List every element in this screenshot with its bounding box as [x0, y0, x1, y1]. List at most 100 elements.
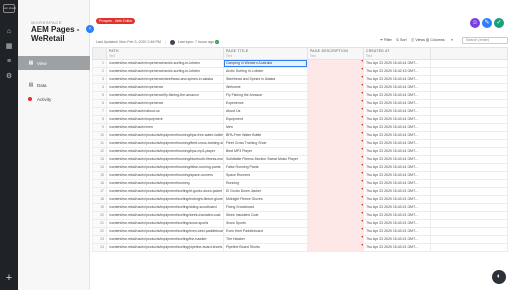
page-title-cell[interactable]: Fly Fishing the Amazon	[223, 91, 308, 100]
page-title-cell[interactable]: Fixing Snowboard	[223, 203, 308, 212]
table-row[interactable]: 15/content/we-retail/us/en/products/equi…	[92, 171, 508, 180]
table-row[interactable]: 11/content/we-retail/us/en/products/equi…	[92, 139, 508, 148]
page-description-cell[interactable]	[307, 155, 364, 164]
table-row[interactable]: 7/content/we-retail/us/en/about-us About …	[92, 107, 508, 116]
page-description-cell[interactable]	[307, 123, 364, 132]
created-at-cell[interactable]: Thu Apr 23 2020 15:43:14 GMT...	[363, 171, 431, 180]
views-button[interactable]: ◫ Views	[411, 37, 425, 44]
page-description-cell[interactable]	[307, 235, 364, 244]
path-cell[interactable]: /content/we-retail/us/en/about-us	[106, 107, 224, 116]
table-row[interactable]: 3/content/we-retail/us/en/experience/ste…	[92, 75, 508, 84]
created-at-cell[interactable]: Thu Apr 23 2020 15:43:21 GMT...	[363, 195, 431, 204]
created-at-cell[interactable]: Thu Apr 23 2020 15:43:21 GMT...	[363, 235, 431, 244]
path-cell[interactable]: /content/we-retail/us/en/products/equipm…	[106, 155, 224, 164]
table-row[interactable]: 12/content/we-retail/us/en/products/equi…	[92, 147, 508, 156]
sidebar-item-data[interactable]: ▤ Data	[18, 78, 90, 92]
table-row[interactable]: 9/content/we-retail/us/en/men Men Thu Apr …	[92, 123, 508, 132]
page-description-cell[interactable]	[307, 163, 364, 172]
page-description-cell[interactable]	[307, 187, 364, 196]
path-cell[interactable]: /content/we-retail/us/en/experience/stee…	[106, 75, 224, 84]
path-cell[interactable]: /content/we-retail/us/en/equipment	[106, 115, 224, 124]
created-at-cell[interactable]: Thu Apr 23 2020 15:43:14 GMT...	[363, 107, 431, 116]
table-row[interactable]: 5/content/we-retail/us/en/experience/fly…	[92, 91, 508, 100]
page-description-cell[interactable]	[307, 91, 364, 100]
page-description-cell[interactable]	[307, 243, 364, 252]
table-row[interactable]: 14/content/we-retail/us/en/products/equi…	[92, 163, 508, 172]
page-title-cell[interactable]: Running	[223, 179, 308, 188]
created-at-cell[interactable]: Thu Apr 23 2020 15:42:13 GMT...	[363, 67, 431, 76]
page-description-cell[interactable]	[307, 75, 364, 84]
columns-button[interactable]: ▥ Columns	[426, 37, 445, 44]
page-description-cell[interactable]	[307, 203, 364, 212]
page-title-cell[interactable]: Space Runners	[223, 171, 308, 180]
page-description-cell[interactable]	[307, 195, 364, 204]
path-cell[interactable]: /content/we-retail/us/en/products/equipm…	[106, 211, 224, 220]
sidebar-item-activity[interactable]: Activity	[18, 92, 90, 106]
created-at-cell[interactable]: Thu Apr 23 2020 15:43:21 GMT...	[363, 243, 431, 252]
filter-button[interactable]: ⏷ Filter	[380, 37, 392, 44]
page-description-cell[interactable]	[307, 139, 364, 148]
path-cell[interactable]: /content/we-retail/us/en/products/equipm…	[106, 243, 224, 252]
home-icon[interactable]: ⌂	[5, 28, 13, 35]
column-header-created-at[interactable]: CREATED AT Text	[363, 47, 431, 60]
collapse-sidebar-button[interactable]: ‹	[86, 25, 94, 33]
page-description-cell[interactable]	[307, 171, 364, 180]
page-description-cell[interactable]	[307, 59, 364, 68]
apps-icon[interactable]: ▦	[5, 43, 13, 50]
path-cell[interactable]: /content/we-retail/us/en/products/equipm…	[106, 235, 224, 244]
created-at-cell[interactable]: Thu Apr 23 2020 15:43:14 GMT...	[363, 163, 431, 172]
path-cell[interactable]: /content/we-retail/us/en/products/equipm…	[106, 219, 224, 228]
path-cell[interactable]: /content/we-retail/us/en/products/equipm…	[106, 147, 224, 156]
page-title-cell[interactable]: Solidtable Fitness Monitor Sweat Music P…	[223, 155, 308, 164]
page-title-cell[interactable]: Welcome	[223, 83, 308, 92]
column-header-page-title[interactable]: PAGE TITLE Text	[223, 47, 308, 60]
created-at-cell[interactable]: Thu Apr 23 2020 15:43:21 GMT...	[363, 211, 431, 220]
search-input[interactable]: Search (enter)	[462, 37, 508, 44]
page-description-cell[interactable]	[307, 147, 364, 156]
page-description-cell[interactable]	[307, 179, 364, 188]
path-cell[interactable]: /content/we-retail/us/en/products/equipm…	[106, 139, 224, 148]
app-logo[interactable]: etc.cloud	[3, 4, 16, 13]
created-at-cell[interactable]: Thu Apr 23 2020 15:43:21 GMT...	[363, 227, 431, 236]
page-title-cell[interactable]: Men	[223, 123, 308, 132]
created-at-cell[interactable]: Thu Apr 23 2020 15:43:14 GMT...	[363, 147, 431, 156]
page-title-cell[interactable]: About Us	[223, 107, 308, 116]
page-title-cell[interactable]: El Gordo Down Jacket	[223, 187, 308, 196]
page-title-cell[interactable]: Experience	[223, 99, 308, 108]
path-cell[interactable]: /content/we-retail/us/en/experience/arct…	[106, 67, 224, 76]
table-row[interactable]: 2/content/we-retail/us/en/experience/arc…	[92, 67, 508, 76]
help-chat-icon[interactable]: ◐	[492, 270, 506, 284]
created-at-cell[interactable]: Thu Apr 23 2020 15:43:14 GMT...	[363, 139, 431, 148]
page-description-cell[interactable]	[307, 83, 364, 92]
gear-icon[interactable]: ⚙	[5, 73, 13, 80]
path-cell[interactable]: /content/we-retail/us/en/products/equipm…	[106, 227, 224, 236]
column-header-path[interactable]: PATH Text	[106, 47, 224, 60]
page-title-cell[interactable]: The Hawker	[223, 235, 308, 244]
path-cell[interactable]: /content/we-retail/us/en/men	[106, 123, 224, 132]
list-icon[interactable]: ≡	[5, 58, 13, 65]
page-description-cell[interactable]	[307, 219, 364, 228]
path-cell[interactable]: /content/we-retail/us/en/products/equipm…	[106, 131, 224, 140]
path-cell[interactable]: /content/we-retail/us/en/experience/arct…	[106, 59, 224, 68]
page-title-cell[interactable]: Pipeline Board Shorts	[223, 243, 308, 252]
page-title-cell[interactable]: Even Keel Paddleboard	[223, 227, 308, 236]
page-title-cell[interactable]: Arctic Surfing In Lofoten	[223, 67, 308, 76]
table-row[interactable]: 18/content/we-retail/us/en/products/equi…	[92, 195, 508, 204]
page-title-cell[interactable]: Sleek Insulated Coat	[223, 211, 308, 220]
page-title-cell[interactable]: BPA-Free Water Bottle	[223, 131, 308, 140]
created-at-cell[interactable]: Thu Apr 23 2020 15:43:14 GMT...	[363, 155, 431, 164]
created-at-cell[interactable]: Thu Apr 23 2020 15:43:14 GMT...	[363, 59, 431, 68]
created-at-cell[interactable]: Thu Apr 23 2020 15:43:21 GMT...	[363, 219, 431, 228]
page-description-cell[interactable]	[307, 67, 364, 76]
column-header-page-description[interactable]: PAGE DESCRIPTION Text	[307, 47, 364, 60]
page-title-cell[interactable]: Fleet Cross Training Shoe	[223, 139, 308, 148]
table-row[interactable]: 23/content/we-retail/us/en/products/equi…	[92, 235, 508, 244]
table-row[interactable]: 13/content/we-retail/us/en/products/equi…	[92, 155, 508, 164]
path-cell[interactable]: /content/we-retail/us/en/products/equipm…	[106, 163, 224, 172]
path-cell[interactable]: /content/we-retail/us/en/products/equipm…	[106, 195, 224, 204]
table-row[interactable]: 16/content/we-retail/us/en/products/equi…	[92, 179, 508, 188]
table-row[interactable]: 19/content/we-retail/us/en/products/equi…	[92, 203, 508, 212]
page-title-cell[interactable]: Camping in Western Australia	[223, 59, 308, 68]
page-title-cell[interactable]: Equipment	[223, 115, 308, 124]
page-title-cell[interactable]: Steelhead and Spines in Alaska	[223, 75, 308, 84]
